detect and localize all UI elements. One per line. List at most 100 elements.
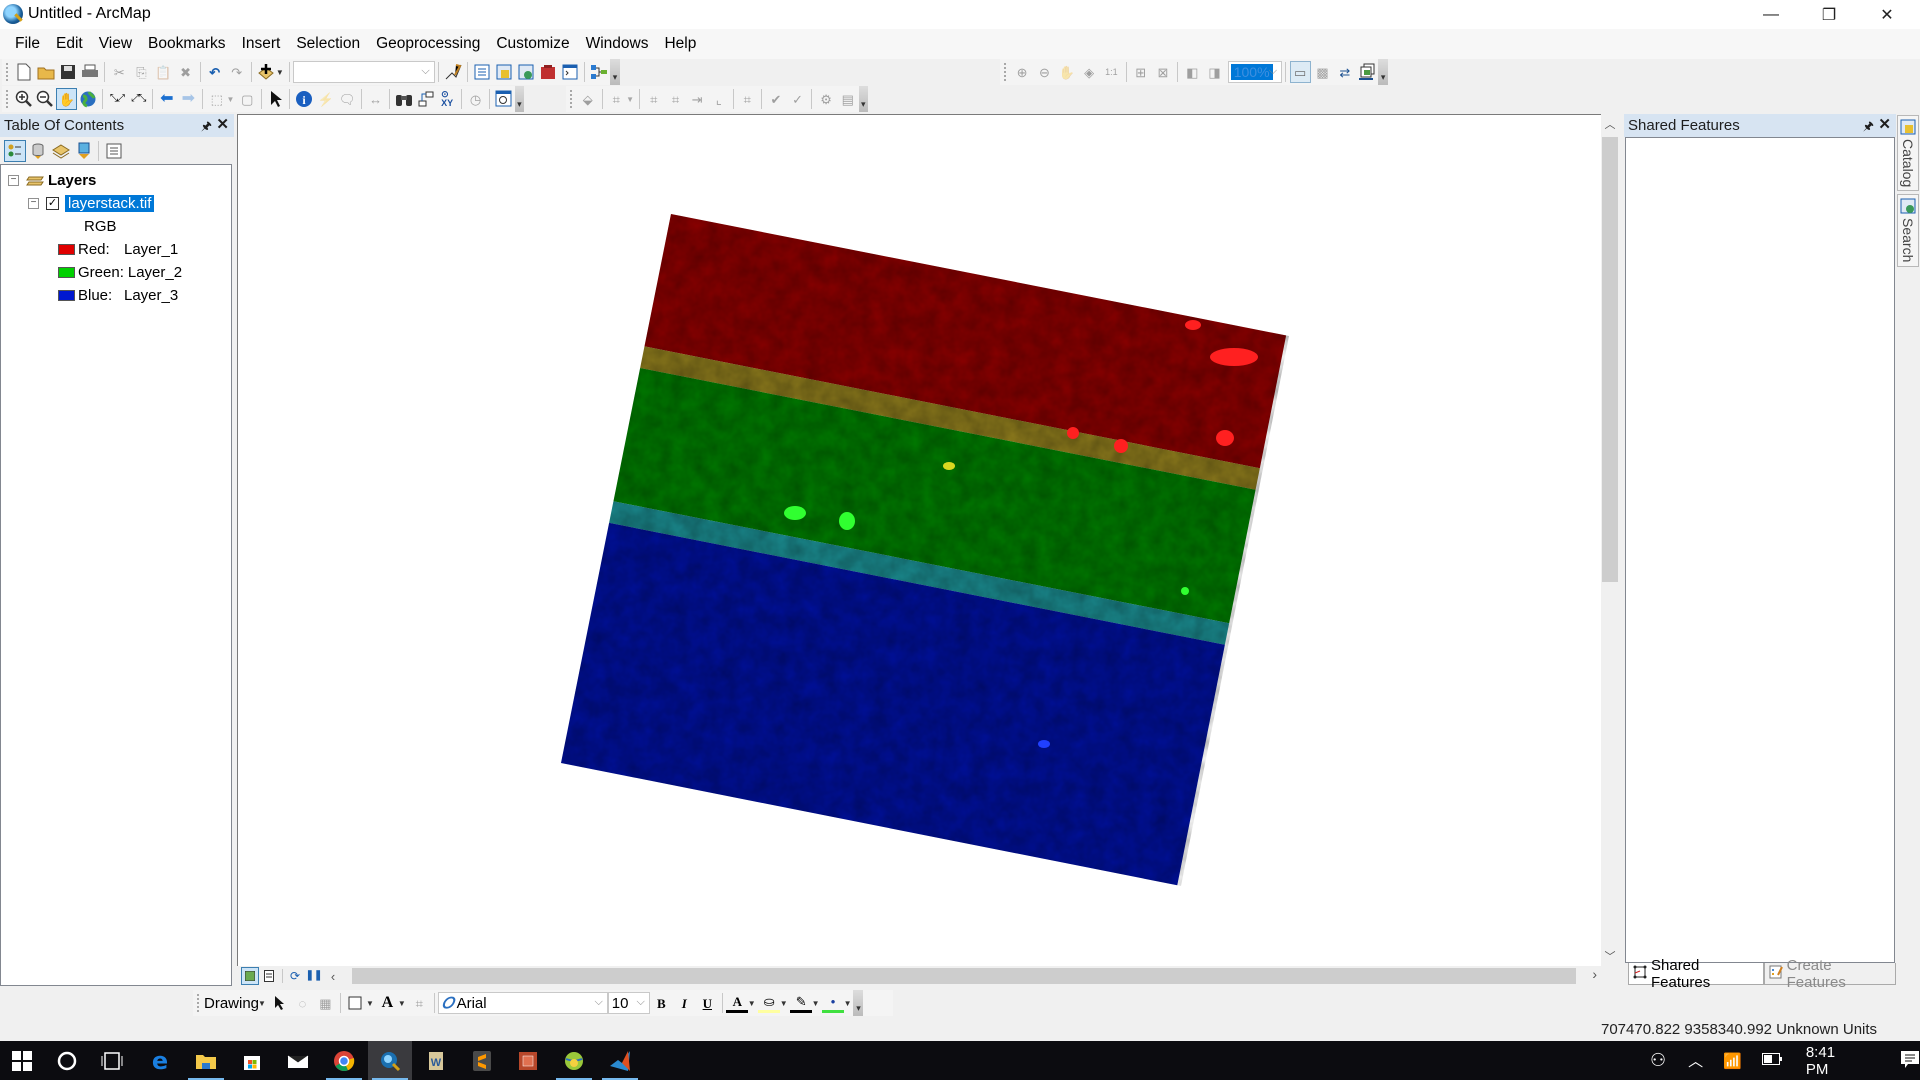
side-tab-catalog[interactable]: Catalog (1897, 115, 1919, 192)
layout-zoom-out-icon[interactable]: ⊖ (1034, 61, 1055, 83)
close-button[interactable]: ✕ (1858, 0, 1916, 29)
powerpoint-icon[interactable] (506, 1041, 550, 1080)
arcmap-taskbar-icon[interactable] (368, 1041, 412, 1080)
pin-icon[interactable]: 🖈 (1863, 117, 1874, 138)
map-vertical-scrollbar[interactable]: ︿ ﹀ (1601, 114, 1619, 966)
merge-icon[interactable]: ⌗ (665, 88, 686, 110)
band-row-red[interactable]: Red: Layer_1 (58, 239, 178, 260)
open-icon[interactable] (36, 61, 57, 83)
font-color-icon[interactable]: A (726, 993, 749, 1013)
band-row-green[interactable]: Green: Layer_2 (58, 262, 182, 283)
save-icon[interactable] (58, 61, 79, 83)
toolbar-grip[interactable] (6, 90, 9, 108)
measure-icon[interactable]: ↔ (365, 88, 386, 110)
clear-selection-icon[interactable]: ▢ (237, 88, 258, 110)
toolbar-grip[interactable] (197, 994, 200, 1012)
layout-go-back-icon[interactable]: ◧ (1182, 61, 1203, 83)
error-inspector-icon[interactable]: ⚙ (816, 88, 837, 110)
toc-close-icon[interactable]: ✕ (216, 115, 229, 133)
microsoft-store-icon[interactable] (230, 1041, 274, 1080)
start-windows-icon[interactable] (0, 1041, 44, 1080)
menu-bookmarks[interactable]: Bookmarks (140, 31, 234, 57)
wifi-icon[interactable]: 📶 (1723, 1052, 1742, 1070)
menu-edit[interactable]: Edit (48, 31, 91, 57)
zoom-100-percent-icon[interactable]: 1:1 (1101, 61, 1122, 83)
toolbar-overflow-icon[interactable]: ▾ (610, 59, 620, 85)
find-route-icon[interactable] (415, 88, 436, 110)
menu-view[interactable]: View (91, 31, 140, 57)
underline-button[interactable]: U (696, 992, 718, 1014)
layout-zoom-in-icon[interactable]: ⊕ (1011, 61, 1032, 83)
cortana-icon[interactable] (45, 1041, 89, 1080)
fill-color-icon[interactable]: ⛀ (758, 993, 781, 1013)
delete-icon[interactable]: ✖ (175, 61, 196, 83)
list-by-source-icon[interactable] (27, 140, 49, 162)
word-icon[interactable]: W (414, 1041, 458, 1080)
edit-vertices-icon[interactable]: ⌗ (408, 992, 430, 1014)
marker-color-dropdown-arrow[interactable]: ▼ (844, 999, 852, 1008)
clock[interactable]: 8:41 PM (1806, 1044, 1860, 1078)
vertical-scroll-thumb[interactable] (1602, 137, 1618, 582)
paste-icon[interactable]: 📋 (153, 61, 174, 83)
matlab-icon[interactable] (598, 1041, 642, 1080)
tab-create-features[interactable]: Create Features (1763, 957, 1896, 991)
rotate-icon[interactable]: ◌ (291, 992, 313, 1014)
scroll-left-icon[interactable]: ‹ (324, 967, 342, 985)
restore-button[interactable]: ❐ (1800, 0, 1858, 29)
undo-icon[interactable]: ↶ (204, 61, 225, 83)
table-of-contents-icon[interactable] (471, 61, 492, 83)
green-swatch[interactable] (58, 267, 75, 278)
italic-button[interactable]: I (673, 992, 695, 1014)
validate-icon[interactable]: ✔ (766, 88, 787, 110)
action-center-icon[interactable] (1900, 1049, 1920, 1073)
show-hidden-icons-chevron-icon[interactable]: ︿ (1688, 1050, 1703, 1071)
copy-icon[interactable]: ⎘ (131, 61, 152, 83)
tab-shared-features[interactable]: Shared Features (1628, 957, 1764, 991)
error-table-icon[interactable]: ▤ (837, 88, 858, 110)
font-combo[interactable]: 𝑂 Arial ⌵ (437, 992, 608, 1014)
toc-options-icon[interactable] (103, 140, 125, 162)
pause-drawing-icon[interactable]: ❚❚ (305, 967, 323, 985)
marker-color-icon[interactable]: • (822, 993, 845, 1013)
toolbar-overflow-icon[interactable]: ▾ (1378, 59, 1388, 85)
drawing-dropdown-arrow[interactable]: ▼ (258, 999, 266, 1008)
catalog-icon[interactable] (493, 61, 514, 83)
arctoolbox-icon[interactable] (538, 61, 559, 83)
search-window-icon[interactable] (515, 61, 536, 83)
layer-name-label[interactable]: layerstack.tif (65, 195, 155, 212)
add-data-dropdown-arrow[interactable]: ▼ (276, 68, 284, 77)
scroll-down-icon[interactable]: ﹀ (1601, 948, 1619, 966)
bold-button[interactable]: B (650, 992, 672, 1014)
pin-icon[interactable]: 🖈 (201, 117, 212, 138)
google-earth-icon[interactable] (552, 1041, 596, 1080)
file-explorer-icon[interactable] (184, 1041, 228, 1080)
select-features-dropdown-arrow[interactable]: ▼ (227, 95, 235, 104)
html-popup-icon[interactable]: 🗨 (337, 88, 358, 110)
new-text-icon[interactable]: A (376, 992, 398, 1014)
align-icon[interactable]: ⌞ (708, 88, 729, 110)
construct-features-icon[interactable]: ⌗ (644, 88, 665, 110)
go-forward-icon[interactable]: ➡ (178, 88, 199, 110)
side-tab-search[interactable]: Search (1897, 194, 1919, 267)
zoom-in-icon[interactable] (13, 88, 34, 110)
layout-fixed-zoom-out-icon[interactable]: ⊠ (1152, 61, 1173, 83)
new-document-icon[interactable] (13, 61, 34, 83)
collapse-icon[interactable]: − (8, 175, 19, 186)
layer-row-layerstack[interactable]: − ✓ layerstack.tif (28, 193, 155, 214)
time-slider-icon[interactable]: ◷ (465, 88, 486, 110)
line-color-icon[interactable]: ✎ (790, 993, 813, 1013)
share-edit-icon[interactable]: ✓ (787, 88, 808, 110)
layout-pan-icon[interactable]: ✋ (1056, 61, 1077, 83)
pan-hand-icon[interactable]: ✋ (56, 88, 78, 110)
zoom-to-selected-elements-icon[interactable]: ▦ (314, 992, 336, 1014)
toolbar-overflow-icon[interactable]: ▾ (853, 990, 864, 1016)
toggle-draft-mode-icon[interactable]: ▭ (1289, 61, 1311, 83)
blue-swatch[interactable] (58, 290, 75, 301)
toolbar-overflow-icon[interactable]: ▾ (514, 86, 525, 112)
rectangle-dropdown-arrow[interactable]: ▼ (366, 999, 374, 1008)
data-driven-pages-icon[interactable] (1357, 61, 1378, 83)
full-extent-globe-icon[interactable] (78, 88, 99, 110)
topology-icon[interactable]: ⌗ (606, 88, 627, 110)
chrome-icon[interactable] (322, 1041, 366, 1080)
layer-visibility-checkbox[interactable]: ✓ (46, 197, 59, 210)
